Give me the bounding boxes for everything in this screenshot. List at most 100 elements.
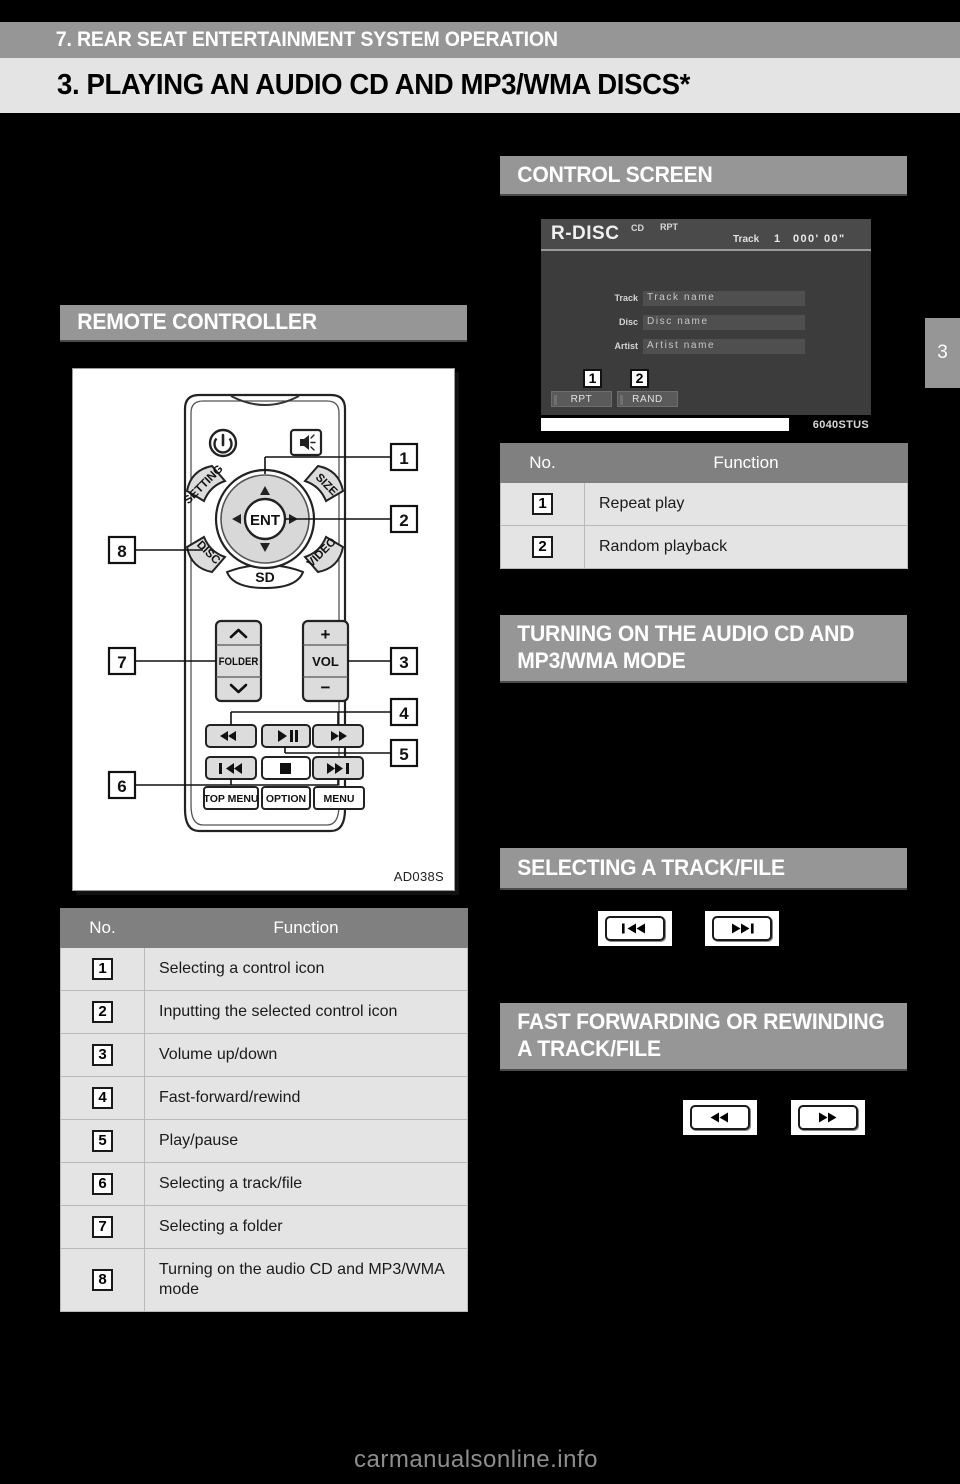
section-heading-label: TURNING ON THE AUDIO CD AND MP3/WMA MODE	[517, 621, 855, 673]
figure-id-label: AD038S	[393, 869, 444, 884]
option-button-label: OPTION	[266, 793, 306, 805]
repeat-button[interactable]: RPT	[551, 391, 612, 407]
figure-bottom-strip	[541, 418, 789, 431]
callout-number: 1	[532, 492, 553, 516]
page-title-bar: 3. PLAYING AN AUDIO CD AND MP3/WMA DISCS…	[0, 58, 960, 113]
figure-code-label: 6040STUS	[812, 419, 869, 431]
row-number-cell: 7	[60, 1205, 145, 1249]
row-function-cell: Fast-forward/rewind	[144, 1076, 468, 1120]
field-label-disc: Disc	[618, 317, 638, 327]
rewind-key-glyph	[690, 1105, 750, 1130]
row-number-cell: 1	[500, 482, 585, 526]
callout-number: 8	[92, 1268, 113, 1292]
section-heading-fast-forward: FAST FORWARDING OR REWINDING A TRACK/FIL…	[500, 1003, 907, 1071]
section-heading-selecting-track: SELECTING A TRACK/FILE	[500, 848, 907, 890]
site-watermark: carmanualsonline.info	[354, 1446, 598, 1473]
row-number-cell: 3	[60, 1033, 145, 1077]
table-row: 1 Selecting a control icon	[60, 947, 468, 991]
section-heading-control-screen: CONTROL SCREEN	[500, 156, 907, 196]
remote-controller-illustration: SETTING SIZE DISC VIDEO SD ENT FOLDER + …	[107, 393, 419, 833]
control-screen-function-table: No. Function 1 Repeat play 2 Random play…	[500, 443, 908, 569]
screen-callout-1: 1	[583, 369, 602, 388]
top-menu-button-label: TOP MENU	[203, 793, 258, 805]
repeat-button-label: RPT	[570, 393, 593, 405]
chapter-title: 7. REAR SEAT ENTERTAINMENT SYSTEM OPERAT…	[55, 28, 558, 51]
field-value-disc: Disc name	[643, 315, 805, 330]
manual-page: 7. REAR SEAT ENTERTAINMENT SYSTEM OPERAT…	[0, 0, 960, 1484]
row-number-cell: 2	[60, 990, 145, 1034]
volume-up-label: +	[321, 625, 331, 644]
table-row: 7 Selecting a folder	[60, 1205, 468, 1249]
previous-track-key-glyph	[605, 916, 665, 941]
random-button[interactable]: RAND	[617, 391, 678, 407]
callout-1: 1	[399, 449, 408, 468]
track-label: Track	[733, 234, 760, 245]
row-function-cell: Selecting a track/file	[144, 1162, 468, 1206]
remote-controller-figure: SETTING SIZE DISC VIDEO SD ENT FOLDER + …	[72, 368, 455, 891]
control-screen-figure: R-DISC CD RPT Track 1 000' 00" Track Tra…	[541, 219, 871, 431]
table-row: 2 Random playback	[500, 525, 908, 569]
section-heading-label: SELECTING A TRACK/FILE	[517, 854, 785, 880]
chapter-header-bar: 7. REAR SEAT ENTERTAINMENT SYSTEM OPERAT…	[0, 22, 960, 58]
table-header-row: No. Function	[500, 443, 908, 483]
fast-forward-icon	[819, 1112, 837, 1123]
callout-number: 2	[532, 535, 553, 559]
row-function-cell: Turning on the audio CD and MP3/WMA mode	[144, 1248, 468, 1312]
column-header-function: Function	[584, 443, 908, 483]
callout-3: 3	[399, 653, 408, 672]
section-heading-label: FAST FORWARDING OR REWINDING A TRACK/FIL…	[517, 1009, 885, 1061]
table-row: 1 Repeat play	[500, 482, 908, 526]
callout-8: 8	[117, 542, 126, 561]
fast-forward-key[interactable]	[791, 1100, 865, 1135]
media-type-indicator: CD	[631, 223, 644, 233]
previous-track-icon	[622, 923, 645, 934]
screen-callout-2: 2	[630, 369, 649, 388]
column-header-no: No.	[60, 908, 145, 948]
side-tab-chapter-number: 3	[925, 318, 960, 388]
page-title: 3. PLAYING AN AUDIO CD AND MP3/WMA DISCS…	[57, 69, 690, 101]
table-row: 5 Play/pause	[60, 1119, 468, 1163]
callout-number: 1	[92, 957, 113, 981]
track-number: 1	[774, 233, 781, 245]
volume-down-label: −	[321, 678, 331, 697]
row-function-cell: Selecting a control icon	[144, 947, 468, 991]
callout-number: 2	[92, 1000, 113, 1024]
row-function-cell: Inputting the selected control icon	[144, 990, 468, 1034]
source-label: R-DISC	[551, 223, 620, 244]
callout-number: 6	[92, 1172, 113, 1196]
row-number-cell: 6	[60, 1162, 145, 1206]
next-track-key[interactable]	[705, 911, 779, 946]
rewind-key[interactable]	[683, 1100, 757, 1135]
table-header-row: No. Function	[60, 908, 468, 948]
selecting-track-keys	[598, 911, 779, 946]
track-name-text: Track name	[647, 292, 716, 303]
fast-forward-keys	[683, 1100, 865, 1135]
random-button-label: RAND	[632, 393, 663, 405]
remote-function-table: No. Function 1 Selecting a control icon …	[60, 908, 468, 1312]
column-header-function: Function	[144, 908, 468, 948]
section-heading-label: CONTROL SCREEN	[517, 161, 713, 187]
row-function-cell: Repeat play	[584, 482, 908, 526]
row-function-cell: Random playback	[584, 525, 908, 569]
callout-number: 5	[92, 1129, 113, 1153]
row-number-cell: 8	[60, 1248, 145, 1312]
section-heading-turning-on: TURNING ON THE AUDIO CD AND MP3/WMA MODE	[500, 615, 907, 683]
field-label-artist: Artist	[614, 341, 638, 351]
table-row: 3 Volume up/down	[60, 1033, 468, 1077]
menu-button-label: MENU	[324, 793, 355, 805]
callout-number: 4	[92, 1086, 113, 1110]
table-row: 2 Inputting the selected control icon	[60, 990, 468, 1034]
row-function-cell: Volume up/down	[144, 1033, 468, 1077]
field-value-artist: Artist name	[643, 339, 805, 354]
row-number-cell: 2	[500, 525, 585, 569]
section-heading-label: REMOTE CONTROLLER	[77, 309, 317, 335]
enter-button-label: ENT	[250, 512, 280, 529]
next-track-key-glyph	[712, 916, 772, 941]
previous-track-key[interactable]	[598, 911, 672, 946]
row-function-cell: Selecting a folder	[144, 1205, 468, 1249]
row-number-cell: 5	[60, 1119, 145, 1163]
repeat-indicator: RPT	[660, 222, 678, 232]
callout-6: 6	[117, 777, 126, 796]
disc-name-text: Disc name	[647, 316, 709, 327]
table-row: 6 Selecting a track/file	[60, 1162, 468, 1206]
